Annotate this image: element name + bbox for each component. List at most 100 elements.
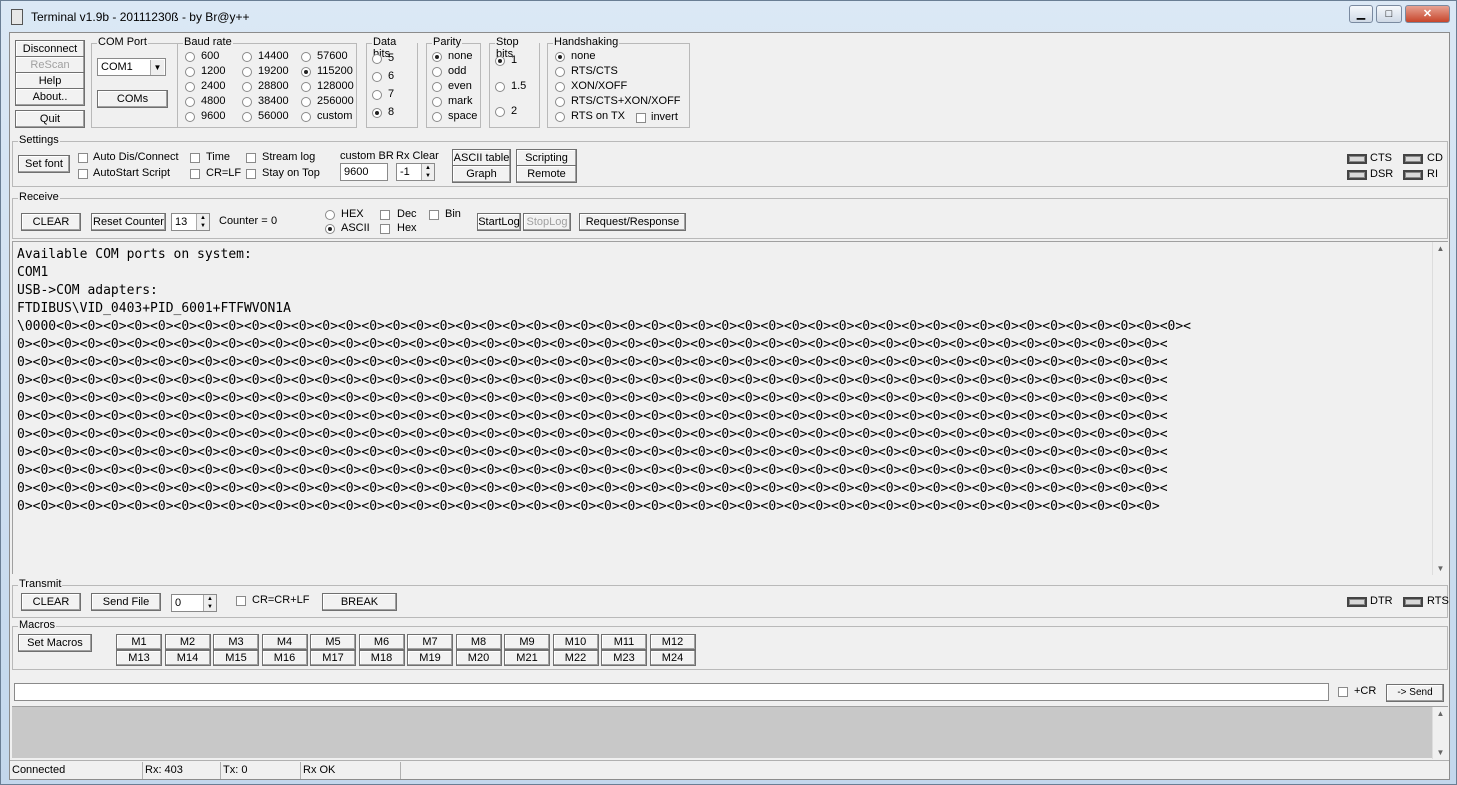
macro-button-m21[interactable]: M21 (504, 650, 550, 666)
bin-checkbox[interactable] (429, 210, 439, 220)
baud-rate-radio[interactable] (242, 97, 252, 107)
macro-button-m2[interactable]: M2 (164, 634, 211, 650)
macro-button-m13[interactable]: M13 (116, 650, 162, 666)
macro-button-m15[interactable]: M15 (213, 650, 259, 666)
autostart-script-checkbox[interactable] (78, 169, 88, 179)
macro-button-m17[interactable]: M17 (310, 650, 356, 666)
hex-checkbox[interactable] (380, 224, 390, 234)
macro-button-m4[interactable]: M4 (261, 634, 308, 650)
macro-button-m3[interactable]: M3 (213, 634, 259, 650)
macro-button-m9[interactable]: M9 (504, 634, 550, 650)
baud-rate-radio[interactable] (242, 52, 252, 62)
startlog-button[interactable]: StartLog (477, 213, 521, 231)
close-button[interactable]: ✕ (1405, 5, 1450, 23)
title-bar[interactable]: Terminal v1.9b - 20111230ß - by Br@y++ ▁… (1, 1, 1456, 31)
auto-dis-connect-checkbox[interactable] (78, 153, 88, 163)
plus-cr-checkbox[interactable] (1338, 687, 1348, 697)
parity-radio[interactable] (432, 112, 442, 122)
parity-radio[interactable] (432, 67, 442, 77)
spin-down-icon[interactable]: ▼ (425, 173, 431, 179)
coms-button[interactable]: COMs (97, 90, 168, 108)
baud-rate-radio[interactable] (301, 112, 311, 122)
macro-button-m7[interactable]: M7 (407, 634, 453, 650)
macro-button-m19[interactable]: M19 (407, 650, 453, 666)
spin-down-icon[interactable]: ▼ (207, 604, 213, 610)
handshaking-radio[interactable] (555, 97, 565, 107)
macro-button-m6[interactable]: M6 (358, 634, 405, 650)
request-response-button[interactable]: Request/Response (579, 213, 686, 231)
receive-scrollbar[interactable]: ▲ ▼ (1432, 242, 1448, 575)
scroll-up-icon[interactable]: ▲ (1433, 244, 1448, 253)
transmit-spin-input[interactable]: 0 ▲ ▼ (171, 594, 217, 612)
macro-button-m10[interactable]: M10 (552, 634, 599, 650)
rx-clear-input[interactable]: -1 ▲ ▼ (396, 163, 435, 181)
scroll-down-icon[interactable]: ▼ (1433, 748, 1448, 757)
handshaking-radio[interactable] (555, 82, 565, 92)
counter-spin-input[interactable]: 13 ▲ ▼ (171, 213, 210, 231)
data-bits-radio[interactable] (372, 54, 382, 64)
macro-button-m16[interactable]: M16 (261, 650, 308, 666)
scroll-up-icon[interactable]: ▲ (1433, 709, 1448, 718)
data-bits-radio[interactable] (372, 108, 382, 118)
data-bits-radio[interactable] (372, 90, 382, 100)
macro-button-m24[interactable]: M24 (649, 650, 696, 666)
send-file-button[interactable]: Send File (91, 593, 161, 611)
macro-button-m18[interactable]: M18 (358, 650, 405, 666)
minimize-button[interactable]: ▁ (1349, 5, 1373, 23)
macro-button-m8[interactable]: M8 (455, 634, 502, 650)
custom-br-input[interactable]: 9600 (340, 163, 388, 181)
transmit-clear-button[interactable]: CLEAR (21, 593, 81, 611)
macro-button-m14[interactable]: M14 (164, 650, 211, 666)
transmit-scrollbar[interactable]: ▲ ▼ (1432, 707, 1448, 759)
macro-button-m12[interactable]: M12 (649, 634, 696, 650)
cr-lf-checkbox[interactable] (190, 169, 200, 179)
reset-counter-button[interactable]: Reset Counter (91, 213, 166, 231)
send-input[interactable] (14, 683, 1329, 701)
set-font-button[interactable]: Set font (18, 155, 70, 173)
ascii-radio[interactable] (325, 224, 335, 234)
set-macros-button[interactable]: Set Macros (18, 634, 92, 652)
macro-button-m20[interactable]: M20 (455, 650, 502, 666)
rts-indicator[interactable] (1403, 597, 1423, 607)
baud-rate-radio[interactable] (185, 82, 195, 92)
macro-button-m11[interactable]: M11 (601, 634, 647, 650)
baud-rate-radio[interactable] (185, 112, 195, 122)
invert-checkbox[interactable] (636, 113, 646, 123)
macro-button-m22[interactable]: M22 (552, 650, 599, 666)
parity-radio[interactable] (432, 52, 442, 62)
baud-rate-radio[interactable] (301, 82, 311, 92)
parity-radio[interactable] (432, 82, 442, 92)
parity-radio[interactable] (432, 97, 442, 107)
cr-crlf-checkbox[interactable] (236, 596, 246, 606)
transmit-history-area[interactable]: ▲ ▼ (12, 706, 1448, 759)
baud-rate-radio[interactable] (301, 67, 311, 77)
receive-clear-button[interactable]: CLEAR (21, 213, 81, 231)
baud-rate-radio[interactable] (242, 82, 252, 92)
data-bits-radio[interactable] (372, 72, 382, 82)
dec-checkbox[interactable] (380, 210, 390, 220)
stop-bits-radio[interactable] (495, 82, 505, 92)
quit-button[interactable]: Quit (15, 110, 85, 128)
hex-radio[interactable] (325, 210, 335, 220)
send-button[interactable]: -> Send (1386, 684, 1444, 702)
com-port-select[interactable]: COM1 ▼ (97, 58, 166, 76)
baud-rate-radio[interactable] (242, 67, 252, 77)
break-button[interactable]: BREAK (322, 593, 397, 611)
graph-button[interactable]: Graph (452, 165, 511, 183)
counter-spinner[interactable]: ▲ ▼ (196, 214, 209, 230)
time-checkbox[interactable] (190, 153, 200, 163)
spin-up-icon[interactable]: ▲ (207, 596, 213, 602)
stop-bits-radio[interactable] (495, 56, 505, 66)
stoplog-button[interactable]: StopLog (523, 213, 571, 231)
rx-clear-spinner[interactable]: ▲ ▼ (421, 164, 434, 180)
baud-rate-radio[interactable] (301, 52, 311, 62)
spin-up-icon[interactable]: ▲ (425, 165, 431, 171)
baud-rate-radio[interactable] (185, 67, 195, 77)
stream-log-checkbox[interactable] (246, 153, 256, 163)
baud-rate-radio[interactable] (242, 112, 252, 122)
stay-on-top-checkbox[interactable] (246, 169, 256, 179)
baud-rate-radio[interactable] (185, 52, 195, 62)
macro-button-m1[interactable]: M1 (116, 634, 162, 650)
remote-button[interactable]: Remote (516, 165, 577, 183)
receive-text-area[interactable]: Available COM ports on system: COM1 USB->C… (12, 241, 1448, 575)
